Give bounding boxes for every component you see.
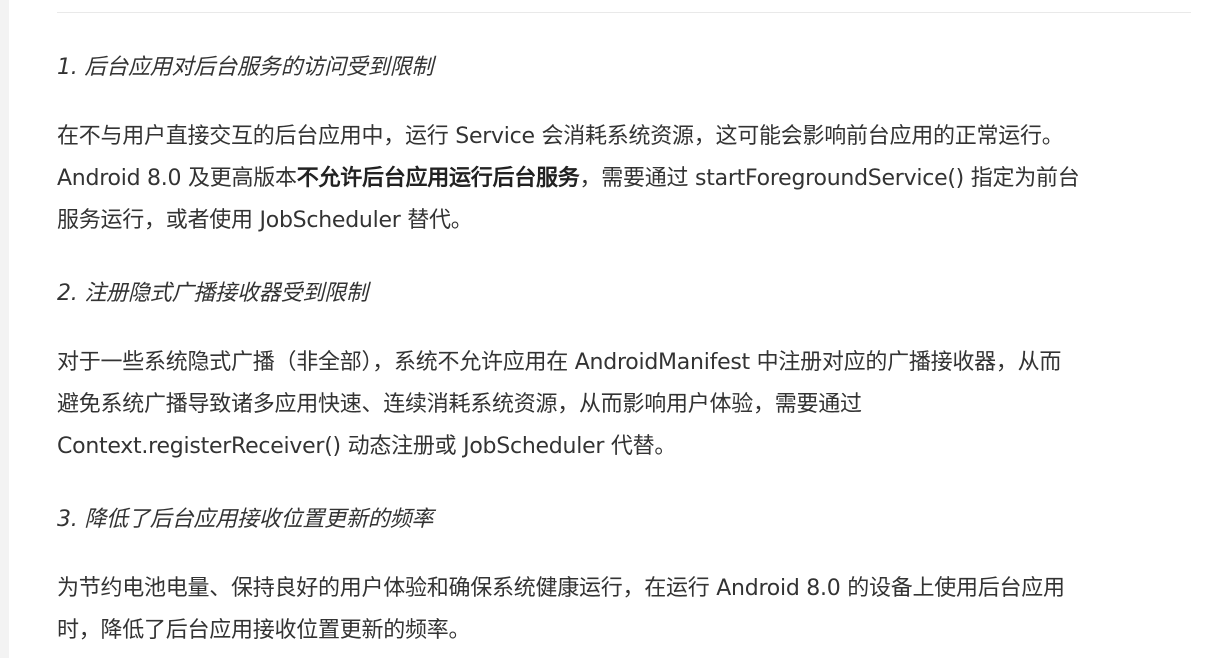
section-heading-3: 3. 降低了后台应用接收位置更新的频率 bbox=[57, 507, 434, 532]
section-paragraph-3: 为节约电池电量、保持良好的用户体验和确保系统健康运行，在运行 Android 8… bbox=[57, 568, 1187, 652]
section-heading-2: 2. 注册隐式广播接收器受到限制 bbox=[57, 281, 368, 306]
paragraph-3-line-2: 时，降低了后台应用接收位置更新的频率。 bbox=[57, 618, 471, 643]
paragraph-1-line-2-prefix: Android 8.0 及更高版本 bbox=[57, 166, 297, 191]
paragraph-1-line-3: 服务运行，或者使用 JobScheduler 替代。 bbox=[57, 208, 473, 233]
section-location-update-limits: 3. 降低了后台应用接收位置更新的频率 为节约电池电量、保持良好的用户体验和确保… bbox=[57, 503, 1187, 652]
spacing bbox=[57, 242, 1187, 277]
paragraph-2-line-3: Context.registerReceiver() 动态注册或 JobSche… bbox=[57, 434, 677, 459]
restriction-emphasis: 不允许后台应用运行后台服务 bbox=[296, 166, 580, 191]
spacing bbox=[57, 468, 1187, 503]
section-paragraph-2: 对于一些系统隐式广播（非全部），系统不允许应用在 AndroidManifest… bbox=[57, 342, 1187, 468]
paragraph-1-line-1: 在不与用户直接交互的后台应用中，运行 Service 会消耗系统资源，这可能会影… bbox=[57, 124, 1064, 149]
spacing bbox=[57, 537, 1187, 568]
section-background-service-limits: 1. 后台应用对后台服务的访问受到限制 在不与用户直接交互的后台应用中，运行 S… bbox=[57, 51, 1187, 242]
paragraph-3-line-1: 为节约电池电量、保持良好的用户体验和确保系统健康运行，在运行 Android 8… bbox=[57, 576, 1065, 601]
spacing bbox=[57, 85, 1187, 116]
section-paragraph-1: 在不与用户直接交互的后台应用中，运行 Service 会消耗系统资源，这可能会影… bbox=[57, 116, 1187, 242]
top-divider bbox=[57, 12, 1191, 13]
section-heading-1: 1. 后台应用对后台服务的访问受到限制 bbox=[57, 55, 434, 80]
left-rail bbox=[0, 0, 9, 658]
paragraph-2-line-2: 避免系统广播导致诸多应用快速、连续消耗系统资源，从而影响用户体验，需要通过 bbox=[57, 392, 862, 417]
paragraph-1-line-2-suffix: ，需要通过 startForegroundService() 指定为前台 bbox=[579, 166, 1080, 191]
spacing bbox=[57, 311, 1187, 342]
paragraph-2-line-1: 对于一些系统隐式广播（非全部），系统不允许应用在 AndroidManifest… bbox=[57, 350, 1062, 375]
article-content: 1. 后台应用对后台服务的访问受到限制 在不与用户直接交互的后台应用中，运行 S… bbox=[57, 51, 1187, 652]
section-implicit-broadcast-limits: 2. 注册隐式广播接收器受到限制 对于一些系统隐式广播（非全部），系统不允许应用… bbox=[57, 277, 1187, 468]
